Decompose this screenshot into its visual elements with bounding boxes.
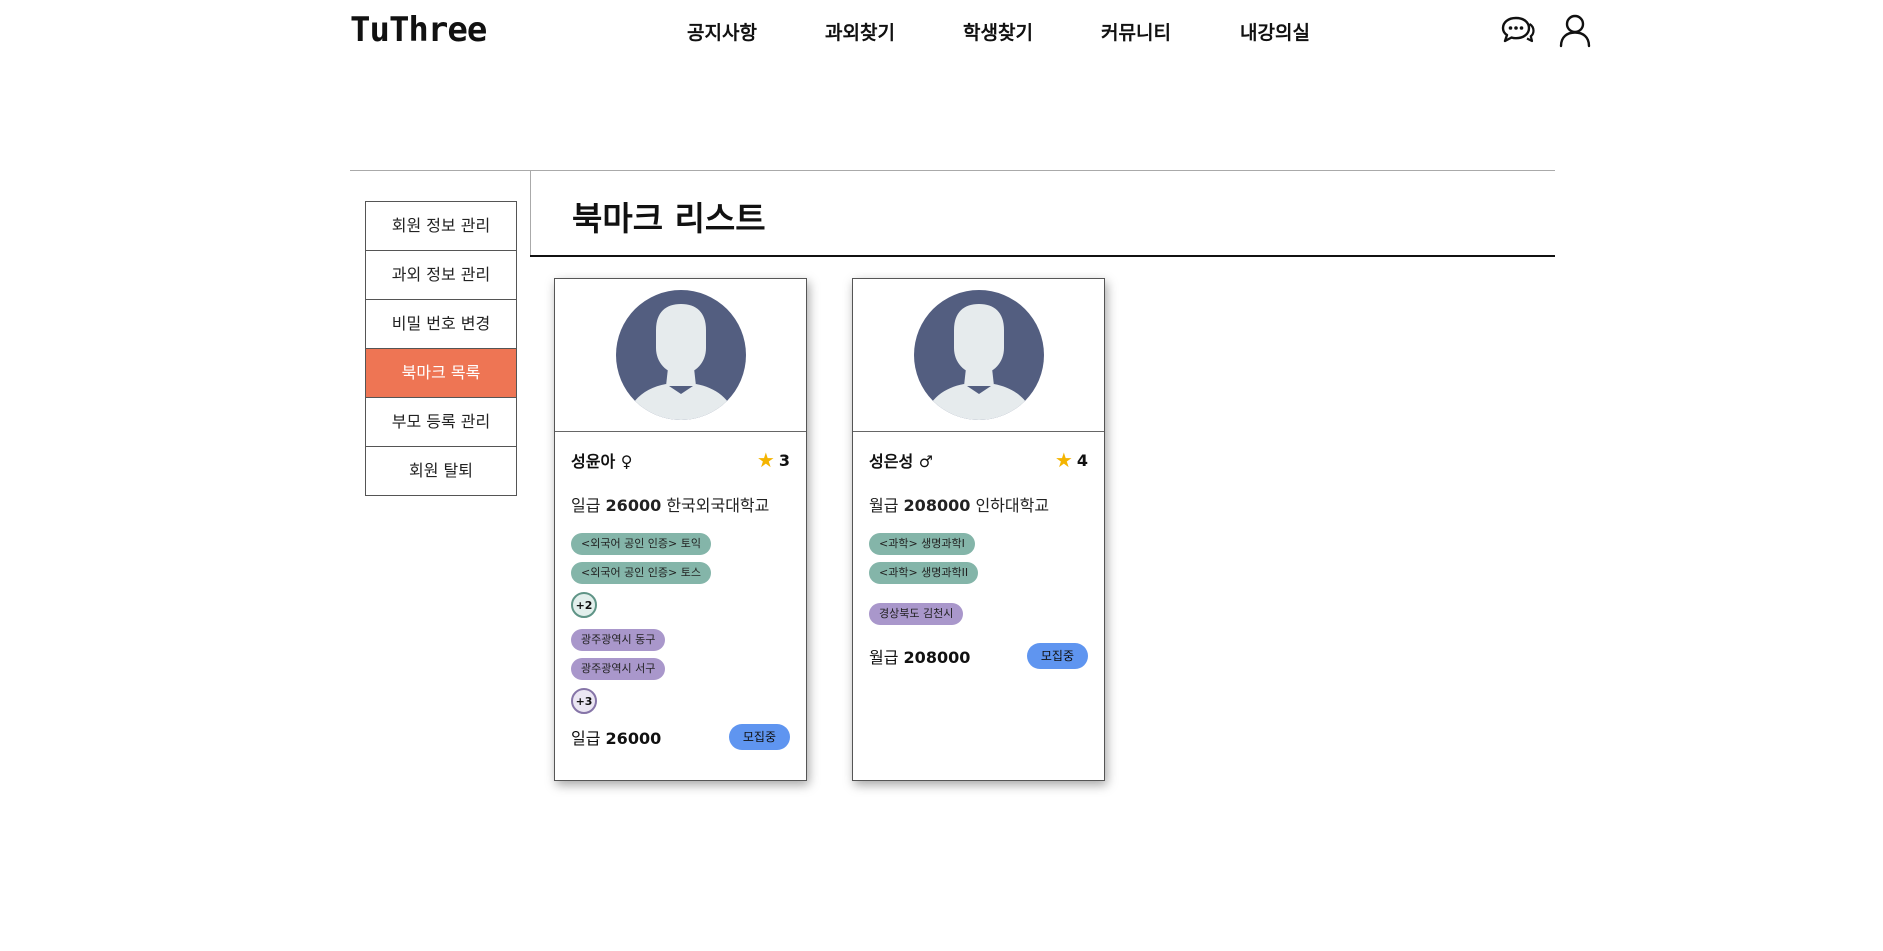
sidebar-item-member-info[interactable]: 회원 정보 관리: [366, 202, 516, 251]
school-name: 인하대학교: [975, 496, 1050, 515]
sidebar-item-tutoring-info[interactable]: 과외 정보 관리: [366, 251, 516, 300]
pay-and-school: 일급 26000 한국외국대학교: [571, 492, 790, 516]
bookmark-card[interactable]: 성은성 ♂ ★ 4 월급 208000 인하대학교 <과학> 생명과학I <과학…: [852, 278, 1105, 781]
site-logo[interactable]: TuThree: [350, 10, 487, 50]
subject-chip: <외국어 공인 인증> 토익: [571, 533, 712, 555]
subject-chips: <외국어 공인 인증> 토익 <외국어 공인 인증> 토스 +2: [571, 532, 790, 618]
card-footer: 일급 26000 모집중: [571, 724, 790, 750]
region-chip: 광주광역시 서구: [571, 658, 666, 680]
star-icon: ★: [1054, 448, 1073, 472]
card-body: 성윤아 ♀ ★ 3 일급 26000 한국외국대학교 <외국어 공인 인증> 토…: [555, 448, 806, 750]
rating-value: 3: [778, 450, 790, 470]
card-body: 성은성 ♂ ★ 4 월급 208000 인하대학교 <과학> 생명과학I <과학…: [853, 448, 1104, 669]
sidebar-item-change-password[interactable]: 비밀 번호 변경: [366, 300, 516, 349]
bookmark-card[interactable]: 성윤아 ♀ ★ 3 일급 26000 한국외국대학교 <외국어 공인 인증> 토…: [554, 278, 807, 781]
card-photo-area: [853, 279, 1104, 432]
nav-find-tutoring[interactable]: 과외찾기: [825, 18, 895, 45]
sidebar-item-parent-registration[interactable]: 부모 등록 관리: [366, 398, 516, 447]
subject-chip: <과학> 생명과학II: [869, 562, 979, 584]
sidebar-vertical-divider: [530, 170, 531, 256]
card-footer: 월급 208000 모집중: [869, 643, 1088, 669]
nav-find-students[interactable]: 학생찾기: [963, 18, 1033, 45]
avatar-placeholder-icon: [616, 290, 746, 420]
footer-pay-type: 월급: [869, 648, 899, 667]
avatar-placeholder-icon: [914, 290, 1044, 420]
rating: ★ 3: [757, 450, 790, 470]
user-icon[interactable]: [1557, 12, 1593, 48]
tutor-name: 성윤아 ♀: [571, 452, 633, 471]
subject-chip: <외국어 공인 인증> 토스: [571, 562, 712, 584]
tutor-name: 성은성 ♂: [869, 452, 934, 471]
star-icon: ★: [756, 448, 775, 472]
rating-value: 4: [1076, 450, 1088, 470]
footer-pay-amount: 208000: [903, 648, 971, 667]
subject-chip: <과학> 생명과학I: [869, 533, 975, 555]
footer-pay-amount: 26000: [605, 729, 662, 748]
footer-pay: 일급 26000: [571, 725, 661, 749]
region-chip: 경상북도 김천시: [869, 603, 964, 625]
page-title: 북마크 리스트: [572, 199, 766, 238]
nav-notice[interactable]: 공지사항: [687, 18, 757, 45]
pay-type: 일급: [571, 496, 601, 515]
sidebar-item-withdraw[interactable]: 회원 탈퇴: [366, 447, 516, 495]
pay-type: 월급: [869, 496, 899, 515]
footer-pay: 월급 208000: [869, 644, 970, 668]
subject-chips: <과학> 생명과학I <과학> 생명과학II: [869, 532, 1088, 590]
mypage-sidebar: 회원 정보 관리 과외 정보 관리 비밀 번호 변경 북마크 목록 부모 등록 …: [365, 201, 517, 496]
pay-and-school: 월급 208000 인하대학교: [869, 492, 1088, 516]
card-photo-area: [555, 279, 806, 432]
subjects-more-badge[interactable]: +2: [571, 592, 597, 618]
rating: ★ 4: [1055, 450, 1088, 470]
title-underline: [530, 255, 1555, 257]
region-chips: 광주광역시 동구 광주광역시 서구 +3: [571, 628, 790, 714]
pay-amount: 208000: [903, 496, 971, 515]
nav-community[interactable]: 커뮤니티: [1101, 18, 1171, 45]
regions-more-badge[interactable]: +3: [571, 688, 597, 714]
region-chips: 경상북도 김천시: [869, 602, 1088, 631]
sidebar-item-bookmarks[interactable]: 북마크 목록: [366, 349, 516, 398]
chat-icon[interactable]: [1500, 12, 1536, 48]
status-badge: 모집중: [1026, 643, 1088, 669]
status-badge: 모집중: [728, 724, 790, 750]
region-chip: 광주광역시 동구: [571, 629, 666, 651]
footer-pay-type: 일급: [571, 729, 601, 748]
nav-my-classroom[interactable]: 내강의실: [1240, 18, 1310, 45]
pay-amount: 26000: [605, 496, 662, 515]
school-name: 한국외국대학교: [666, 496, 770, 515]
